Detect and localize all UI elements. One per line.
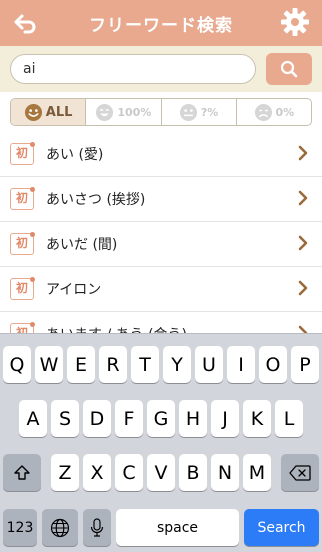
key-v[interactable]: V bbox=[147, 454, 175, 491]
key-b[interactable]: B bbox=[179, 454, 207, 491]
settings-button[interactable] bbox=[280, 7, 310, 37]
level-badge: 初 bbox=[10, 187, 35, 210]
key-d[interactable]: D bbox=[83, 400, 111, 437]
filter-tab-label: 100% bbox=[117, 105, 152, 119]
chevron-right-icon bbox=[298, 145, 308, 161]
key-c[interactable]: C bbox=[115, 454, 143, 491]
shift-arrow-icon bbox=[14, 464, 30, 480]
key-x[interactable]: X bbox=[83, 454, 111, 491]
list-item[interactable]: 初 あいだ (間) bbox=[0, 222, 322, 267]
list-item[interactable]: 初 あい (愛) bbox=[0, 132, 322, 177]
filter-tab-all[interactable]: ALL bbox=[11, 99, 86, 125]
key-m[interactable]: M bbox=[243, 454, 271, 491]
list-item[interactable]: 初 アイロン bbox=[0, 267, 322, 312]
neutral-face-icon bbox=[179, 103, 197, 121]
globe-key[interactable] bbox=[42, 509, 78, 546]
filter-tab-label: ?% bbox=[200, 105, 219, 119]
list-item-word: あいさつ (挨拶) bbox=[46, 192, 146, 208]
key-i[interactable]: I bbox=[227, 346, 255, 383]
chevron-right-icon bbox=[298, 280, 308, 296]
list-item-word: あいだ (間) bbox=[46, 237, 118, 253]
filter-segmented-control: ALL 100% ?% 0% bbox=[10, 98, 312, 126]
filter-tab-unknown[interactable]: ?% bbox=[160, 99, 236, 125]
chevron-right-icon bbox=[298, 190, 308, 206]
search-button[interactable] bbox=[266, 53, 312, 85]
filter-tab-label: ALL bbox=[45, 104, 73, 120]
key-n[interactable]: N bbox=[211, 454, 239, 491]
globe-icon bbox=[50, 518, 70, 537]
key-q[interactable]: Q bbox=[3, 346, 31, 383]
filter-bar: ALL 100% ?% 0% bbox=[0, 92, 322, 132]
level-badge: 初 bbox=[10, 142, 35, 165]
list-item-word: アイロン bbox=[46, 282, 102, 298]
key-j[interactable]: J bbox=[211, 400, 239, 437]
search-input[interactable]: ai bbox=[10, 54, 256, 84]
key-u[interactable]: U bbox=[195, 346, 223, 383]
key-h[interactable]: H bbox=[179, 400, 207, 437]
filter-tab-0[interactable]: 0% bbox=[235, 99, 311, 125]
key-s[interactable]: S bbox=[51, 400, 79, 437]
microphone-icon bbox=[90, 517, 104, 537]
gear-icon bbox=[281, 8, 309, 36]
chevron-right-icon bbox=[298, 235, 308, 251]
delete-key[interactable] bbox=[281, 454, 319, 491]
filter-tab-label: 0% bbox=[275, 105, 295, 119]
key-t[interactable]: T bbox=[131, 346, 159, 383]
key-r[interactable]: R bbox=[99, 346, 127, 383]
key-z[interactable]: Z bbox=[51, 454, 79, 491]
laugh-face-icon bbox=[96, 103, 114, 121]
key-g[interactable]: G bbox=[147, 400, 175, 437]
shift-key[interactable] bbox=[3, 454, 41, 491]
onscreen-keyboard: Q W E R T Y U I O P A S D F G H J K L Z … bbox=[0, 333, 322, 552]
list-item[interactable]: 初 あいさつ (挨拶) bbox=[0, 177, 322, 222]
key-y[interactable]: Y bbox=[163, 346, 191, 383]
key-e[interactable]: E bbox=[67, 346, 95, 383]
smile-face-icon bbox=[24, 103, 42, 121]
numbers-key[interactable]: 123 bbox=[3, 509, 37, 546]
filter-tab-100[interactable]: 100% bbox=[85, 99, 160, 125]
level-badge: 初 bbox=[10, 277, 35, 300]
key-k[interactable]: K bbox=[243, 400, 271, 437]
page-title: フリーワード検索 bbox=[89, 16, 233, 36]
key-a[interactable]: A bbox=[19, 400, 47, 437]
key-f[interactable]: F bbox=[115, 400, 143, 437]
search-icon bbox=[280, 60, 298, 78]
sad-face-icon bbox=[254, 103, 272, 121]
level-badge: 初 bbox=[10, 232, 35, 255]
word-list: 初 あい (愛) 初 あいさつ (挨拶) 初 あいだ (間) 初 アイロン 初 … bbox=[0, 132, 322, 357]
search-key[interactable]: Search bbox=[244, 509, 319, 546]
key-o[interactable]: O bbox=[259, 346, 287, 383]
header-bar: フリーワード検索 bbox=[0, 0, 322, 46]
list-item-word: あい (愛) bbox=[46, 147, 104, 163]
key-w[interactable]: W bbox=[35, 346, 63, 383]
search-bar: ai bbox=[0, 46, 322, 92]
key-l[interactable]: L bbox=[275, 400, 303, 437]
space-key[interactable]: space bbox=[116, 509, 239, 546]
backspace-icon bbox=[289, 464, 311, 481]
dictation-key[interactable] bbox=[83, 509, 111, 546]
key-p[interactable]: P bbox=[291, 346, 319, 383]
